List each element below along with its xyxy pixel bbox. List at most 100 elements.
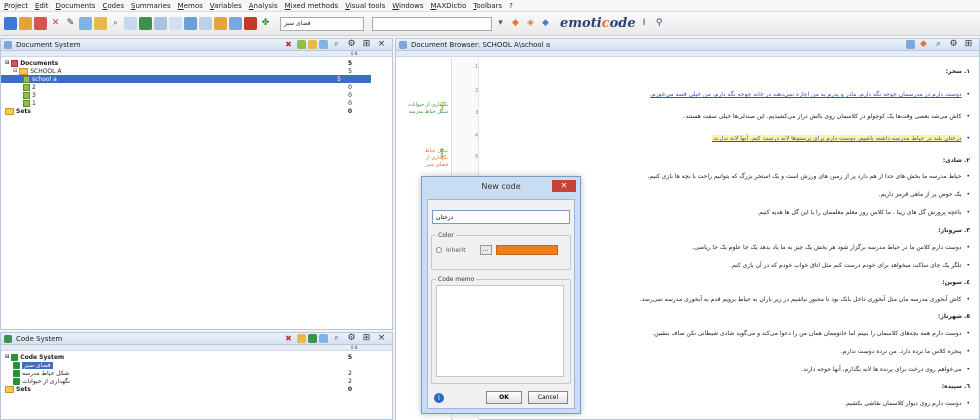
tree-icon[interactable]: ✤ [259,17,272,30]
retrieve-icon[interactable] [124,17,137,30]
ok-button[interactable]: OK [486,391,522,404]
menu-visual-tools[interactable]: Visual tools [345,2,385,10]
code-matrix-icon[interactable] [139,17,152,30]
open-project-icon[interactable] [4,17,17,30]
tree-row-2[interactable]: 2 0 [1,83,392,91]
inherit-radio[interactable] [436,247,442,253]
cs-settings-icon[interactable]: ⚙ [345,332,358,345]
layout-icon[interactable] [199,17,212,30]
tree-row-code-system[interactable]: ⊟ Code System 5 [1,353,392,361]
tree-count: 2 [348,377,352,385]
code-combo[interactable]: فضای سبز [280,16,364,31]
tree-row-sets[interactable]: Sets 0 [1,107,392,115]
code-name-input[interactable] [432,210,570,224]
memo-icon[interactable] [79,17,92,30]
cs-delete-icon[interactable]: ✖ [282,332,295,345]
tree-row-code-sets[interactable]: Sets 0 [1,385,392,393]
ds-memo-icon[interactable] [308,40,317,49]
tree-row-school-a-doc[interactable]: school a 5 [1,75,371,83]
menu-help[interactable]: ? [509,2,513,10]
menu-project[interactable]: Project [4,2,28,10]
doc-line-11[interactable]: تلگر یک جای ساکت میخواهد برای خودم درست … [730,262,970,269]
menu-toolbars[interactable]: Toolbars [473,2,502,10]
color-swatch[interactable] [495,245,558,255]
window-icon[interactable] [229,17,242,30]
cs-new-code-icon[interactable] [297,334,306,343]
emoticode-settings-icon[interactable]: ⚲ [653,17,666,30]
ds-sets-icon[interactable] [319,40,328,49]
doc-line-4[interactable]: درختان بلند در حیاط مدرسه داشته باشیم. د… [711,135,970,142]
doc-line-8[interactable]: باغچه پرورش گل های زیبا . ما کلاس روز مع… [757,209,970,216]
menu-documents[interactable]: Documents [56,2,96,10]
menu-memos[interactable]: Memos [178,2,203,10]
color-picker-button[interactable]: … [479,245,492,255]
ds-close-icon[interactable]: × [375,38,388,51]
cs-sets-icon[interactable] [319,334,328,343]
chart-icon[interactable] [184,17,197,30]
edit-icon[interactable]: ✎ [64,17,77,30]
ds-activate-icon[interactable] [297,40,306,49]
tree-row-documents[interactable]: ⊟ Documents 5 [1,59,392,67]
cs-close-icon[interactable]: × [375,332,388,345]
ds-search-icon[interactable]: ⌕ [330,38,343,51]
emoticode-tool-icon[interactable]: Ⅰ [638,17,651,30]
doc-line-7[interactable]: یک حوض پر از ماهی قرمز داریم. [879,191,970,198]
doc-line-19[interactable]: دوست دارم روی دیوار کلاسمان نقاشی بکشیم. [844,400,970,407]
info-icon[interactable]: i [434,393,444,403]
cs-code-icon[interactable] [308,334,317,343]
db-layout-icon[interactable] [906,40,915,49]
doc-line-16[interactable]: پنجره کلاس ما نرده دارد. من نرده دوست ند… [841,348,970,355]
ds-pin-icon[interactable]: ⊞ [360,38,373,51]
collapse-icon[interactable]: ⊟ [13,68,17,74]
tree-row-code-green-space[interactable]: فضای سبز [1,361,392,369]
db-search-icon[interactable]: ⌕ [932,38,945,51]
folder-icon[interactable] [19,17,32,30]
menu-edit[interactable]: Edit [35,2,49,10]
tree-row-code-yard-shape[interactable]: شکل حیاط مدرسه 2 [1,369,392,377]
grid-icon[interactable] [169,17,182,30]
menu-analysis[interactable]: Analysis [249,2,278,10]
search-icon[interactable]: ⌕ [109,17,122,30]
menu-summaries[interactable]: Summaries [131,2,171,10]
db-pin-icon[interactable]: ⊞ [962,38,975,51]
highlight-icon[interactable] [214,17,227,30]
diamond-blue-icon[interactable]: ◆ [539,17,552,30]
margin-code-bracket-1: ⟦ [440,102,445,112]
code-memo-textarea[interactable] [436,285,564,377]
tree-row-1[interactable]: 1 0 [1,99,392,107]
tree-row-3[interactable]: 3 0 [1,91,392,99]
note-icon[interactable] [94,17,107,30]
db-settings-icon[interactable]: ⚙ [947,38,960,51]
menu-mixed-methods[interactable]: Mixed methods [285,2,339,10]
tree-row-school-a[interactable]: ⊟ SCHOOL A 5 [1,67,392,75]
cs-search-icon[interactable]: ⌕ [330,332,343,345]
document-icon[interactable] [34,17,47,30]
toolbar-code-selector[interactable] [372,16,492,31]
doc-line-17[interactable]: می‌خواهم روی درخت برای پرنده ها لانه بگذ… [801,366,970,373]
doc-line-3[interactable]: کاش می‌شد بعضی وقت‌ها یک کوچولو در کلاسم… [684,113,970,120]
menu-codes[interactable]: Codes [102,2,124,10]
ds-settings-icon[interactable]: ⚙ [345,38,358,51]
collapse-icon[interactable]: ⊟ [5,354,9,360]
ds-delete-icon[interactable]: ✖ [282,38,295,51]
doc-line-10[interactable]: دوست دارم کلاس ما در حیاط مدرسه برگزار ش… [692,244,970,251]
doc-line-13[interactable]: کاش آبخوری مدرسه مان مثل آبخوری داخل بان… [640,296,970,303]
cs-pin-icon[interactable]: ⊞ [360,332,373,345]
menu-maxdictio[interactable]: MAXDictio [430,2,466,10]
dialog-close-button[interactable]: ✕ [552,180,576,192]
chevron-down-icon[interactable]: ▾ [494,17,507,30]
menu-variables[interactable]: Variables [210,2,242,10]
tree-row-code-animal-keeping[interactable]: نگهداری از حیوانات 2 [1,377,392,385]
doc-line-15[interactable]: دوست دارم همه بچه‌های کلاسمان را ببینم ا… [652,330,970,337]
diamond-icon[interactable]: ◆ [509,17,522,30]
menu-windows[interactable]: Windows [392,2,423,10]
doc-line-6[interactable]: حیاط مدرسه ما بخش های جدا از هم دارد پر … [648,173,971,180]
table-icon[interactable] [154,17,167,30]
db-emoticon-icon[interactable]: ◆ [917,38,930,51]
delete-icon[interactable]: ✕ [49,17,62,30]
doc-line-2[interactable]: دوست دارم در مدرسمان جوجه نگه دارم. مادر… [650,91,970,98]
diamond-plus-icon[interactable]: ◈ [524,17,537,30]
emoticon-icon[interactable] [244,17,257,30]
cancel-button[interactable]: Cancel [528,391,568,404]
collapse-icon[interactable]: ⊟ [5,60,9,66]
